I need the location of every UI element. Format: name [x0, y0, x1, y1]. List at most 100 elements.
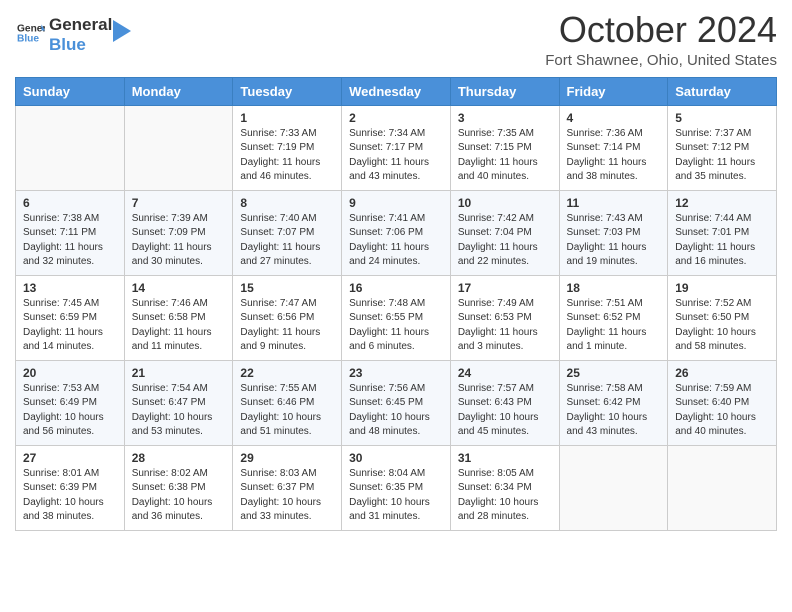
table-row: 30 Sunrise: 8:04 AM Sunset: 6:35 PM Dayli… [342, 445, 451, 530]
calendar-week-row: 13 Sunrise: 7:45 AM Sunset: 6:59 PM Dayli… [16, 275, 777, 360]
day-number: 19 [675, 281, 769, 295]
col-saturday: Saturday [668, 77, 777, 105]
table-row: 24 Sunrise: 7:57 AM Sunset: 6:43 PM Dayli… [450, 360, 559, 445]
table-row: 16 Sunrise: 7:48 AM Sunset: 6:55 PM Dayli… [342, 275, 451, 360]
svg-text:Blue: Blue [17, 34, 39, 45]
table-row: 8Sunrise: 7:40 AM Sunset: 7:07 PM Daylig… [233, 190, 342, 275]
day-number: 12 [675, 196, 769, 210]
table-row: 12 Sunrise: 7:44 AM Sunset: 7:01 PM Dayli… [668, 190, 777, 275]
table-row: 17 Sunrise: 7:49 AM Sunset: 6:53 PM Dayli… [450, 275, 559, 360]
day-info: Sunrise: 7:57 AM Sunset: 6:43 PM Dayligh… [458, 382, 552, 440]
day-info: Sunrise: 8:01 AM Sunset: 6:39 PM Dayligh… [23, 467, 117, 525]
logo-line2: Blue [49, 35, 112, 55]
day-number: 4 [567, 111, 661, 125]
table-row: 26Sunrise: 7:59 AM Sunset: 6:40 PM Dayli… [668, 360, 777, 445]
day-info: Sunrise: 7:48 AM Sunset: 6:55 PM Dayligh… [349, 297, 443, 355]
col-sunday: Sunday [16, 77, 125, 105]
col-wednesday: Wednesday [342, 77, 451, 105]
day-number: 30 [349, 451, 443, 465]
location: Fort Shawnee, Ohio, United States [545, 52, 777, 69]
day-number: 31 [458, 451, 552, 465]
title-block: October 2024 Fort Shawnee, Ohio, United … [545, 10, 777, 69]
day-info: Sunrise: 7:43 AM Sunset: 7:03 PM Dayligh… [567, 212, 661, 270]
table-row: 18 Sunrise: 7:51 AM Sunset: 6:52 PM Dayli… [559, 275, 668, 360]
day-info: Sunrise: 7:53 AM Sunset: 6:49 PM Dayligh… [23, 382, 117, 440]
day-info: Sunrise: 7:55 AM Sunset: 6:46 PM Dayligh… [240, 382, 334, 440]
day-info: Sunrise: 7:54 AM Sunset: 6:47 PM Dayligh… [132, 382, 226, 440]
logo-line1: General [49, 15, 112, 35]
table-row: 19 Sunrise: 7:52 AM Sunset: 6:50 PM Dayli… [668, 275, 777, 360]
logo-triangle-icon [113, 20, 131, 42]
day-info: Sunrise: 7:35 AM Sunset: 7:15 PM Dayligh… [458, 127, 552, 185]
table-row: 11 Sunrise: 7:43 AM Sunset: 7:03 PM Dayli… [559, 190, 668, 275]
day-number: 29 [240, 451, 334, 465]
table-row: 10Sunrise: 7:42 AM Sunset: 7:04 PM Dayli… [450, 190, 559, 275]
logo-content: General Blue [15, 19, 45, 52]
day-number: 8 [240, 196, 334, 210]
table-row: 22 Sunrise: 7:55 AM Sunset: 6:46 PM Dayli… [233, 360, 342, 445]
table-row: 20 Sunrise: 7:53 AM Sunset: 6:49 PM Dayli… [16, 360, 125, 445]
day-number: 6 [23, 196, 117, 210]
day-info: Sunrise: 7:52 AM Sunset: 6:50 PM Dayligh… [675, 297, 769, 355]
day-info: Sunrise: 7:51 AM Sunset: 6:52 PM Dayligh… [567, 297, 661, 355]
day-info: Sunrise: 7:36 AM Sunset: 7:14 PM Dayligh… [567, 127, 661, 185]
day-info: Sunrise: 7:58 AM Sunset: 6:42 PM Dayligh… [567, 382, 661, 440]
col-thursday: Thursday [450, 77, 559, 105]
month-title: October 2024 [545, 10, 777, 50]
day-number: 24 [458, 366, 552, 380]
header: General Blue General Blue October 2024 F… [15, 10, 777, 69]
table-row: 23 Sunrise: 7:56 AM Sunset: 6:45 PM Dayli… [342, 360, 451, 445]
day-info: Sunrise: 7:34 AM Sunset: 7:17 PM Dayligh… [349, 127, 443, 185]
table-row [16, 105, 125, 190]
table-row: 4 Sunrise: 7:36 AM Sunset: 7:14 PM Daylig… [559, 105, 668, 190]
table-row: 7 Sunrise: 7:39 AM Sunset: 7:09 PM Daylig… [124, 190, 233, 275]
calendar-week-row: 6Sunrise: 7:38 AM Sunset: 7:11 PM Daylig… [16, 190, 777, 275]
col-friday: Friday [559, 77, 668, 105]
table-row: 25Sunrise: 7:58 AM Sunset: 6:42 PM Dayli… [559, 360, 668, 445]
table-row: 14Sunrise: 7:46 AM Sunset: 6:58 PM Dayli… [124, 275, 233, 360]
day-number: 22 [240, 366, 334, 380]
day-number: 7 [132, 196, 226, 210]
day-number: 13 [23, 281, 117, 295]
day-number: 14 [132, 281, 226, 295]
day-number: 10 [458, 196, 552, 210]
table-row: 1 Sunrise: 7:33 AM Sunset: 7:19 PM Daylig… [233, 105, 342, 190]
day-info: Sunrise: 7:39 AM Sunset: 7:09 PM Dayligh… [132, 212, 226, 270]
table-row: 3 Sunrise: 7:35 AM Sunset: 7:15 PM Daylig… [450, 105, 559, 190]
day-info: Sunrise: 7:56 AM Sunset: 6:45 PM Dayligh… [349, 382, 443, 440]
day-info: Sunrise: 7:49 AM Sunset: 6:53 PM Dayligh… [458, 297, 552, 355]
day-number: 3 [458, 111, 552, 125]
day-info: Sunrise: 8:03 AM Sunset: 6:37 PM Dayligh… [240, 467, 334, 525]
day-number: 18 [567, 281, 661, 295]
day-info: Sunrise: 8:04 AM Sunset: 6:35 PM Dayligh… [349, 467, 443, 525]
day-info: Sunrise: 7:37 AM Sunset: 7:12 PM Dayligh… [675, 127, 769, 185]
day-info: Sunrise: 7:33 AM Sunset: 7:19 PM Dayligh… [240, 127, 334, 185]
day-number: 1 [240, 111, 334, 125]
day-number: 17 [458, 281, 552, 295]
table-row [124, 105, 233, 190]
day-info: Sunrise: 7:45 AM Sunset: 6:59 PM Dayligh… [23, 297, 117, 355]
day-info: Sunrise: 7:44 AM Sunset: 7:01 PM Dayligh… [675, 212, 769, 270]
day-info: Sunrise: 7:59 AM Sunset: 6:40 PM Dayligh… [675, 382, 769, 440]
table-row: 31 Sunrise: 8:05 AM Sunset: 6:34 PM Dayli… [450, 445, 559, 530]
day-number: 23 [349, 366, 443, 380]
table-row: 15Sunrise: 7:47 AM Sunset: 6:56 PM Dayli… [233, 275, 342, 360]
day-number: 20 [23, 366, 117, 380]
day-number: 15 [240, 281, 334, 295]
logo: General Blue General Blue [15, 15, 131, 56]
calendar-week-row: 20 Sunrise: 7:53 AM Sunset: 6:49 PM Dayli… [16, 360, 777, 445]
day-number: 2 [349, 111, 443, 125]
day-info: Sunrise: 8:05 AM Sunset: 6:34 PM Dayligh… [458, 467, 552, 525]
day-number: 11 [567, 196, 661, 210]
calendar-header-row: Sunday Monday Tuesday Wednesday Thursday… [16, 77, 777, 105]
day-number: 28 [132, 451, 226, 465]
day-number: 16 [349, 281, 443, 295]
logo-icon: General Blue [17, 19, 45, 47]
day-number: 27 [23, 451, 117, 465]
day-info: Sunrise: 8:02 AM Sunset: 6:38 PM Dayligh… [132, 467, 226, 525]
day-number: 5 [675, 111, 769, 125]
table-row: 2 Sunrise: 7:34 AM Sunset: 7:17 PM Daylig… [342, 105, 451, 190]
page: General Blue General Blue October 2024 F… [0, 0, 792, 612]
logo-text-block: General Blue [49, 15, 112, 56]
col-tuesday: Tuesday [233, 77, 342, 105]
